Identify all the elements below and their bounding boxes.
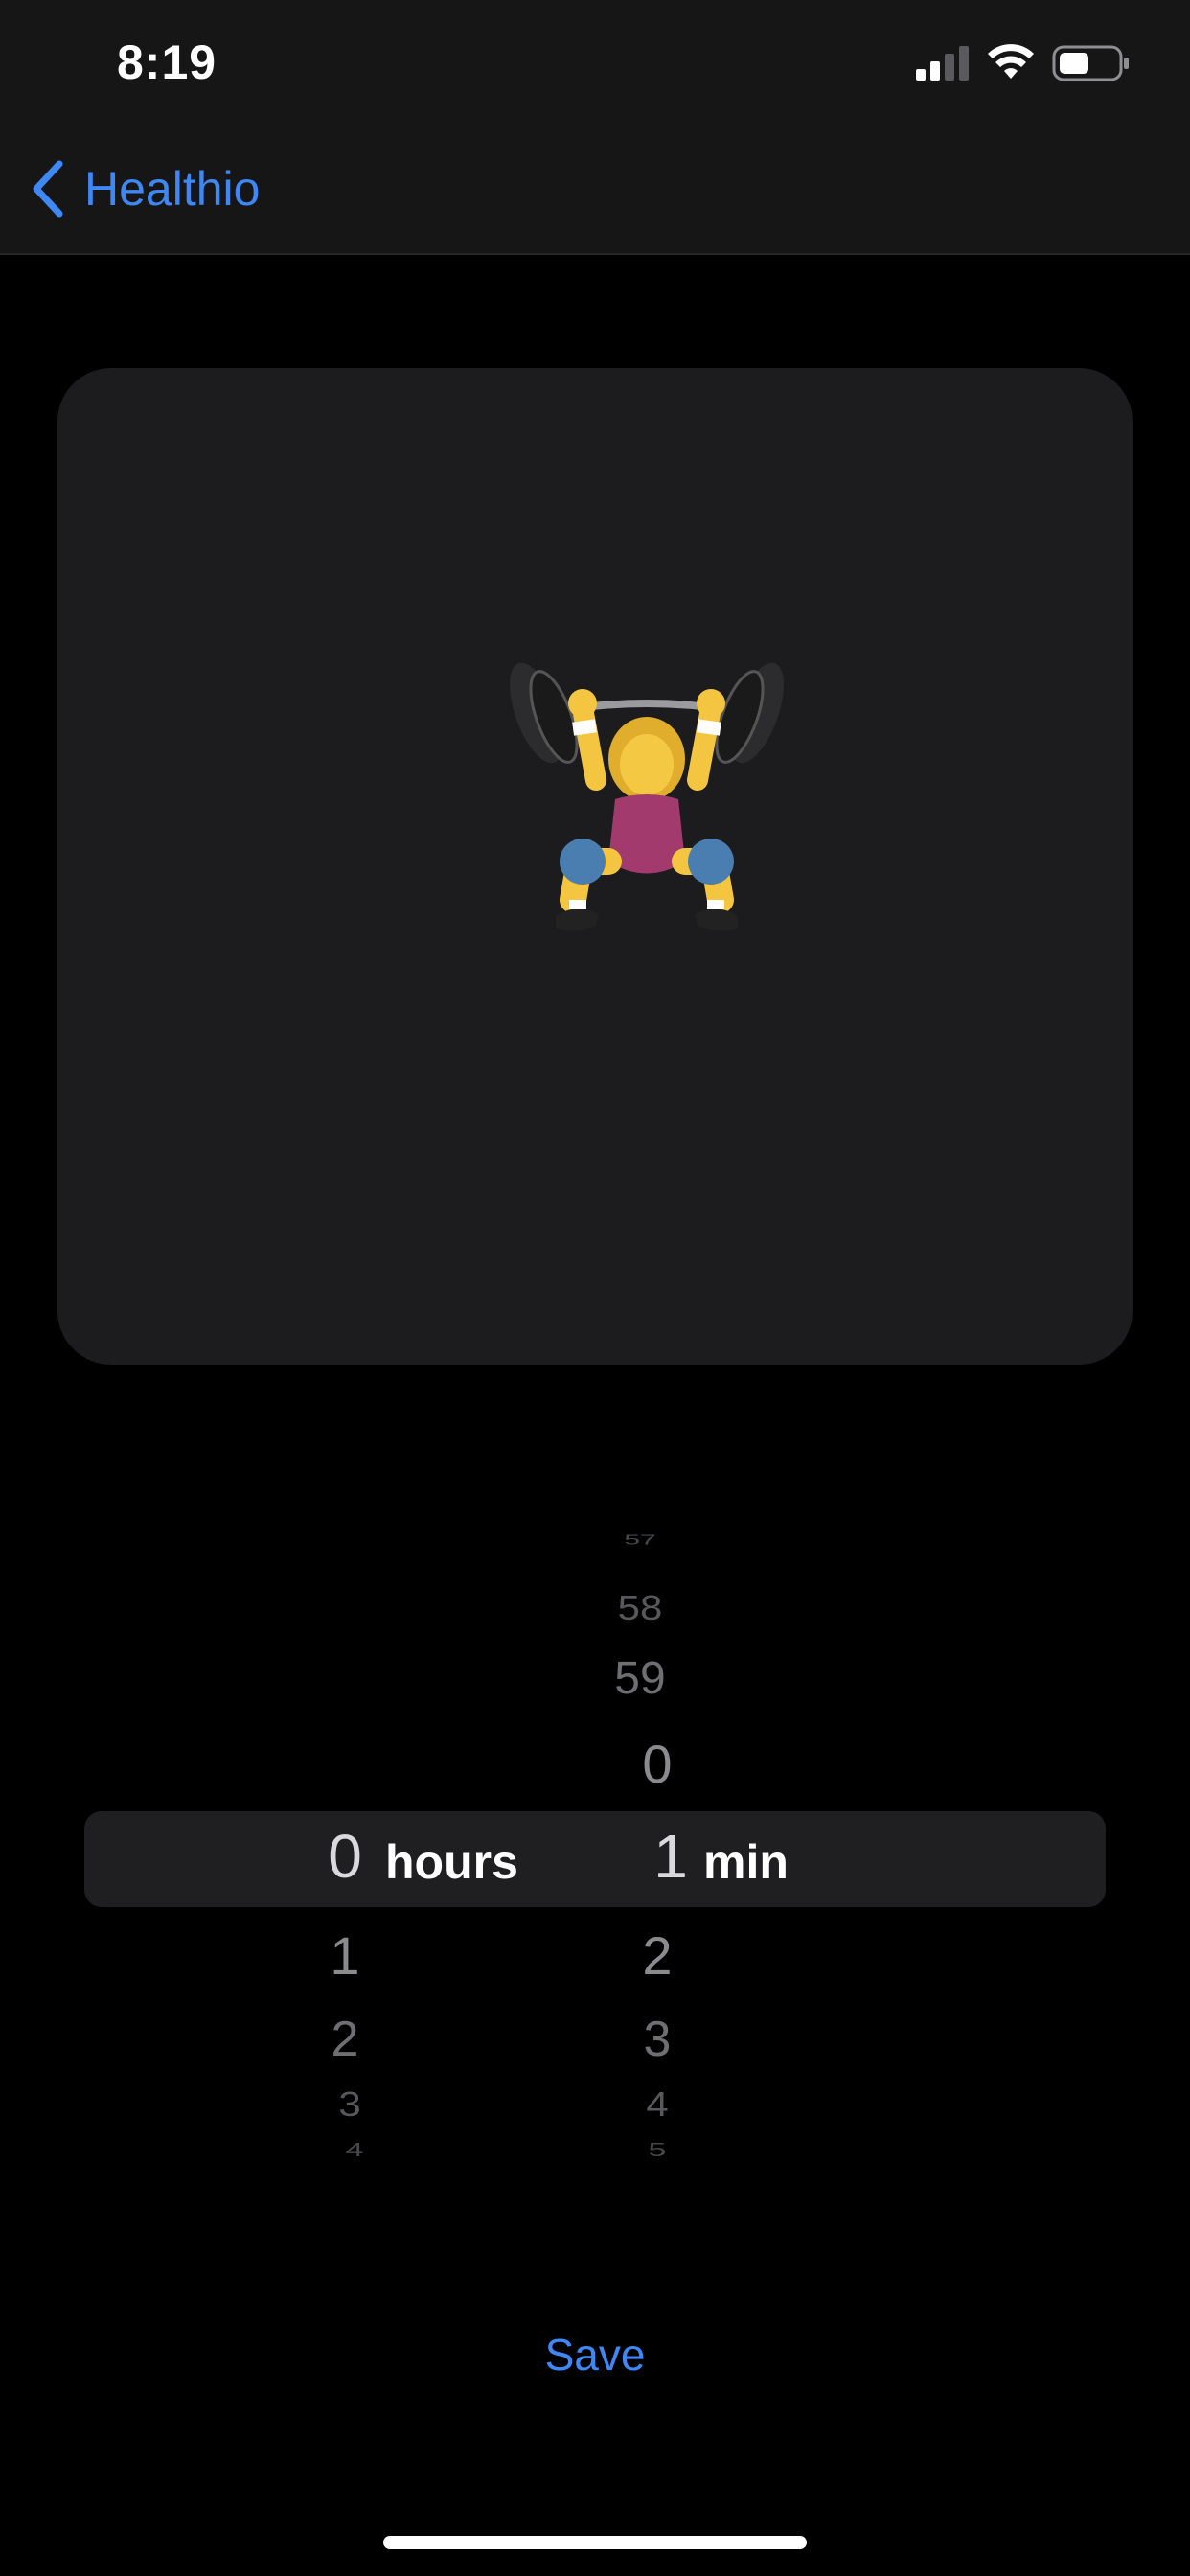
back-button[interactable]: Healthio xyxy=(29,155,260,222)
cellular-signal-icon xyxy=(916,46,969,80)
minutes-option[interactable]: 57 xyxy=(583,1532,698,1549)
hours-option[interactable]: 4 xyxy=(297,2139,412,2161)
minutes-unit-label: min xyxy=(703,1835,789,1889)
battery-icon xyxy=(1052,45,1129,81)
duration-picker[interactable]: 0 hours 1 2 3 4 57 58 59 0 1 min 2 3 4 5 xyxy=(0,1524,1190,2185)
weightlifter-icon xyxy=(510,662,784,931)
back-button-label: Healthio xyxy=(84,162,261,216)
minutes-option[interactable]: 3 xyxy=(600,2011,715,2068)
exercise-card xyxy=(57,368,1133,1365)
status-bar: 8:19 xyxy=(0,0,1190,126)
home-indicator[interactable] xyxy=(383,2536,807,2549)
minutes-option[interactable]: 59 xyxy=(583,1652,698,1705)
minutes-option[interactable]: 0 xyxy=(600,1733,715,1795)
navigation-bar: Healthio xyxy=(0,126,1190,255)
hours-option[interactable]: 3 xyxy=(292,2085,407,2125)
minutes-option[interactable]: 58 xyxy=(583,1589,698,1628)
minutes-option[interactable]: 2 xyxy=(600,1924,715,1987)
chevron-left-icon xyxy=(33,160,63,218)
wifi-icon xyxy=(988,44,1034,79)
hours-option[interactable]: 1 xyxy=(287,1924,402,1987)
hours-option[interactable]: 2 xyxy=(287,2011,402,2068)
status-time: 8:19 xyxy=(117,35,217,89)
save-button[interactable]: Save xyxy=(499,2329,691,2390)
minutes-option[interactable]: 4 xyxy=(600,2085,715,2125)
minutes-option[interactable]: 5 xyxy=(600,2139,715,2161)
picker-selection-highlight xyxy=(84,1811,1106,1907)
hours-unit-label: hours xyxy=(385,1835,518,1889)
